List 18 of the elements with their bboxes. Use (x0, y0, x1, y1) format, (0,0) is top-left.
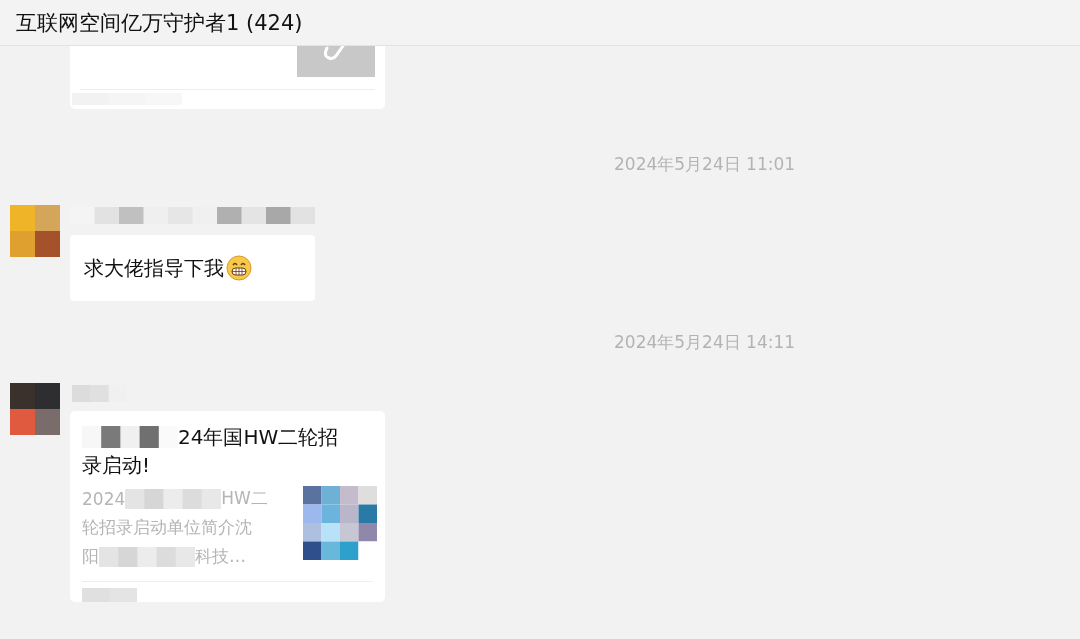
message-bubble[interactable]: 求大佬指导下我 (70, 235, 315, 301)
message-text: 求大佬指导下我 (84, 254, 224, 282)
card-description: 2024 (82, 488, 126, 509)
timestamp: 2024年5月24日 14:11 (614, 330, 796, 354)
card-description: 轮招录启动单位简介沈 (82, 516, 252, 540)
card-description: HW二 (221, 487, 268, 511)
card-title: 录启动! (82, 452, 151, 480)
card-description: 科技… (195, 545, 246, 569)
timestamp: 2024年5月24日 11:01 (614, 152, 796, 176)
mosaic-avatar[interactable] (10, 205, 60, 257)
chat-title: 互联网空间亿万守护者1 (424) (16, 9, 303, 37)
grinning-face-icon (226, 255, 252, 281)
card-title: 24年国HW二轮招 (178, 423, 339, 451)
mosaic-avatar[interactable] (10, 383, 60, 435)
link-card[interactable] (70, 46, 385, 109)
link-card[interactable]: 24年国HW二轮招 录启动! 2024 HW二 轮招录启动单位简介沈 阳 科技… (70, 411, 385, 602)
card-description: 阳 (82, 545, 99, 569)
mosaic-redaction (82, 588, 137, 602)
